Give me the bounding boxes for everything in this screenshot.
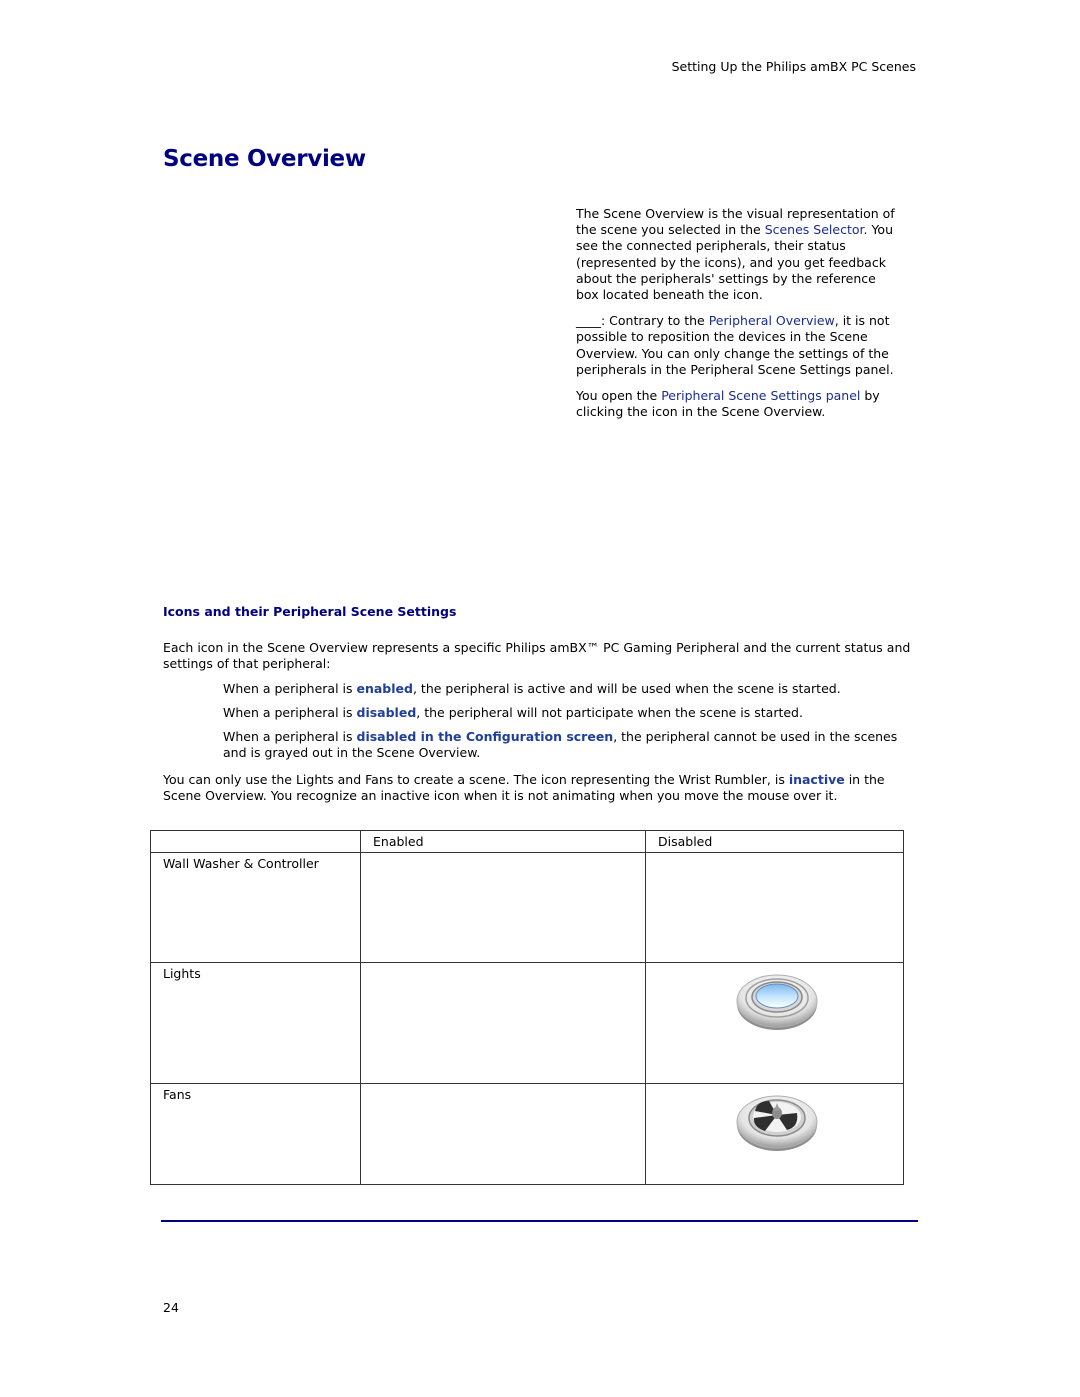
section-heading: Icons and their Peripheral Scene Setting… (163, 604, 457, 619)
row-label: Wall Washer & Controller (150, 852, 361, 963)
table-header-enabled: Enabled (360, 830, 646, 853)
section-paragraph-2: You can only use the Lights and Fans to … (163, 772, 885, 804)
disabled-term[interactable]: disabled (357, 705, 417, 720)
table-header-row: Enabled Disabled (150, 830, 904, 853)
enabled-cell (360, 1083, 646, 1185)
light-icon (736, 974, 817, 1030)
icon-table: Enabled Disabled Wall Washer & Controlle… (150, 830, 904, 1185)
peripheral-overview-link[interactable]: Peripheral Overview (709, 313, 835, 328)
status-disabled-item: When a peripheral is disabled, the perip… (223, 705, 803, 720)
row-label: Lights (150, 962, 361, 1084)
scenes-selector-link[interactable]: Scenes Selector (765, 222, 864, 237)
intro-paragraph-3: You open the Peripheral Scene Settings p… (576, 388, 880, 420)
status-enabled-item: When a peripheral is enabled, the periph… (223, 681, 841, 696)
table-row: Lights (150, 962, 904, 1084)
enabled-term[interactable]: enabled (357, 681, 413, 696)
disabled-cell (645, 1083, 904, 1185)
inactive-term[interactable]: inactive (789, 772, 845, 787)
table-row: Fans (150, 1083, 904, 1185)
page-title: Scene Overview (163, 146, 366, 172)
running-header: Setting Up the Philips amBX PC Scenes (671, 59, 916, 74)
enabled-cell (360, 962, 646, 1084)
disabled-cell (645, 962, 904, 1084)
table-header-cell (150, 830, 361, 853)
section-paragraph-1: Each icon in the Scene Overview represen… (163, 640, 911, 672)
enabled-cell (360, 852, 646, 963)
intro-paragraph-2: ____: Contrary to the Peripheral Overvie… (576, 313, 894, 377)
footer-divider (161, 1220, 918, 1222)
table-row: Wall Washer & Controller (150, 852, 904, 963)
peripheral-scene-settings-link[interactable]: Peripheral Scene Settings panel (661, 388, 860, 403)
intro-column: The Scene Overview is the visual represe… (576, 206, 896, 430)
intro-paragraph-1: The Scene Overview is the visual represe… (576, 206, 895, 303)
row-label: Fans (150, 1083, 361, 1185)
table-header-disabled: Disabled (645, 830, 904, 853)
page-number: 24 (163, 1300, 179, 1315)
config-disabled-term[interactable]: disabled in the Configuration screen (357, 729, 614, 744)
fan-icon (736, 1095, 817, 1151)
status-config-disabled-item: When a peripheral is disabled in the Con… (223, 729, 898, 761)
disabled-cell (645, 852, 904, 963)
